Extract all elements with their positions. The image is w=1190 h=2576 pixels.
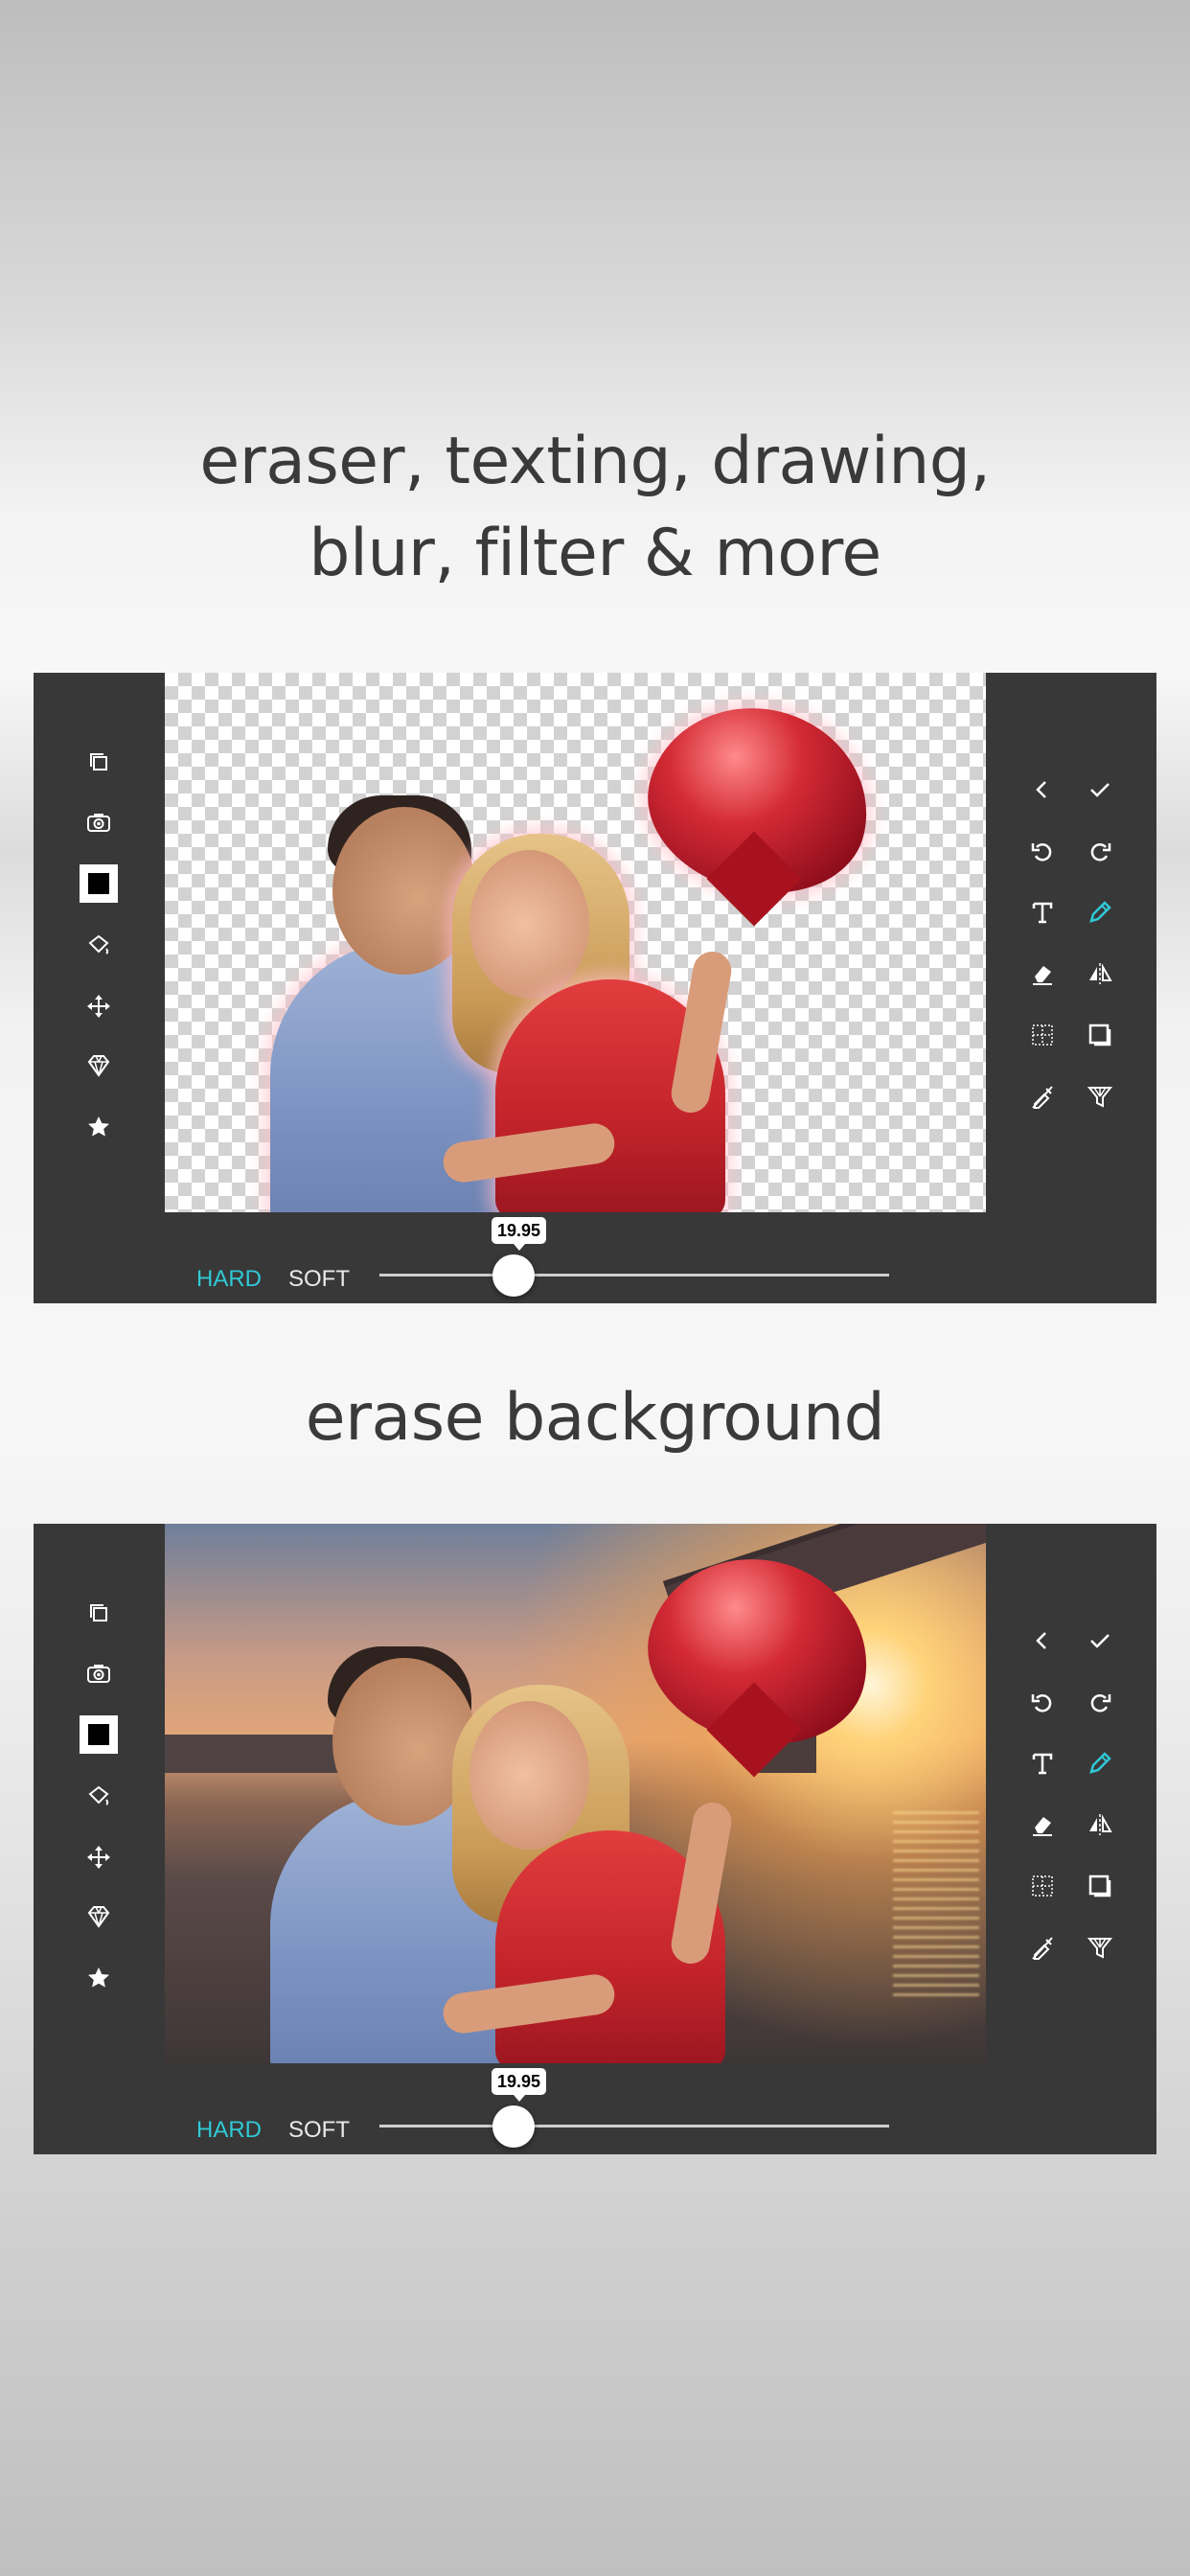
headline-line-2: blur, filter & more — [309, 516, 881, 591]
slider-value-bubble: 19.95 — [492, 2068, 547, 2102]
check-icon[interactable] — [1079, 1620, 1121, 1662]
text-icon[interactable] — [1021, 1742, 1064, 1784]
soft-mode-button[interactable]: SOFT — [288, 2117, 350, 2144]
left-toolbar — [34, 1524, 165, 2063]
redo-icon[interactable] — [1079, 1681, 1121, 1723]
brush-settings-bar: HARD SOFT 19.95 — [34, 1212, 1156, 1303]
pencil-icon[interactable] — [1079, 1742, 1121, 1784]
headline-middle: erase background — [305, 1380, 885, 1456]
paint-bucket-icon[interactable] — [78, 924, 120, 966]
color-square-icon[interactable] — [80, 1715, 118, 1754]
color-square-icon[interactable] — [80, 864, 118, 903]
undo-icon[interactable] — [1021, 830, 1064, 872]
hard-mode-button[interactable]: HARD — [196, 2117, 262, 2144]
text-icon[interactable] — [1021, 891, 1064, 933]
diamond-icon[interactable] — [78, 1896, 120, 1938]
paint-bucket-icon[interactable] — [78, 1775, 120, 1817]
slider-thumb[interactable] — [492, 2105, 535, 2148]
editing-canvas[interactable] — [165, 673, 986, 1212]
square-icon[interactable] — [1079, 1014, 1121, 1056]
check-icon[interactable] — [1079, 769, 1121, 811]
back-icon[interactable] — [1021, 1620, 1064, 1662]
slider-thumb[interactable] — [492, 1254, 535, 1297]
move-icon[interactable] — [78, 985, 120, 1027]
brush-size-slider[interactable] — [379, 2125, 889, 2128]
editing-canvas[interactable] — [165, 1524, 986, 2063]
diamond-icon[interactable] — [78, 1045, 120, 1087]
star-icon[interactable] — [78, 1106, 120, 1148]
eraser-icon[interactable] — [1021, 1804, 1064, 1846]
grid-icon[interactable] — [1021, 1014, 1064, 1056]
square-icon[interactable] — [1079, 1865, 1121, 1907]
back-icon[interactable] — [1021, 769, 1064, 811]
left-toolbar — [34, 673, 165, 1212]
filter-icon[interactable] — [1079, 1075, 1121, 1117]
brush-settings-bar: HARD SOFT 19.95 — [34, 2063, 1156, 2154]
woman-face — [469, 850, 589, 999]
dropper-icon[interactable] — [1021, 1075, 1064, 1117]
right-toolbar — [986, 673, 1156, 1212]
star-icon[interactable] — [78, 1957, 120, 1999]
undo-icon[interactable] — [1021, 1681, 1064, 1723]
flip-icon[interactable] — [1079, 953, 1121, 995]
layers-icon[interactable] — [78, 1592, 120, 1634]
redo-icon[interactable] — [1079, 830, 1121, 872]
slider-value-bubble: 19.95 — [492, 1217, 547, 1251]
filter-icon[interactable] — [1079, 1926, 1121, 1968]
editor-panel-photo: HARD SOFT 19.95 — [34, 1524, 1156, 2154]
brush-size-slider[interactable] — [379, 1274, 889, 1276]
woman-face — [469, 1701, 589, 1850]
dropper-icon[interactable] — [1021, 1926, 1064, 1968]
right-toolbar — [986, 1524, 1156, 2063]
move-icon[interactable] — [78, 1836, 120, 1878]
hard-mode-button[interactable]: HARD — [196, 1266, 262, 1293]
headline-line-1: eraser, texting, drawing, — [199, 424, 991, 499]
camera-icon[interactable] — [78, 801, 120, 843]
water-reflection — [893, 1811, 979, 2003]
editor-panel-eraser: HARD SOFT 19.95 — [34, 673, 1156, 1303]
headline-top: eraser, texting, drawing, blur, filter &… — [0, 416, 1190, 600]
layers-icon[interactable] — [78, 741, 120, 783]
grid-icon[interactable] — [1021, 1865, 1064, 1907]
camera-icon[interactable] — [78, 1652, 120, 1694]
flip-icon[interactable] — [1079, 1804, 1121, 1846]
soft-mode-button[interactable]: SOFT — [288, 1266, 350, 1293]
eraser-icon[interactable] — [1021, 953, 1064, 995]
pencil-icon[interactable] — [1079, 891, 1121, 933]
